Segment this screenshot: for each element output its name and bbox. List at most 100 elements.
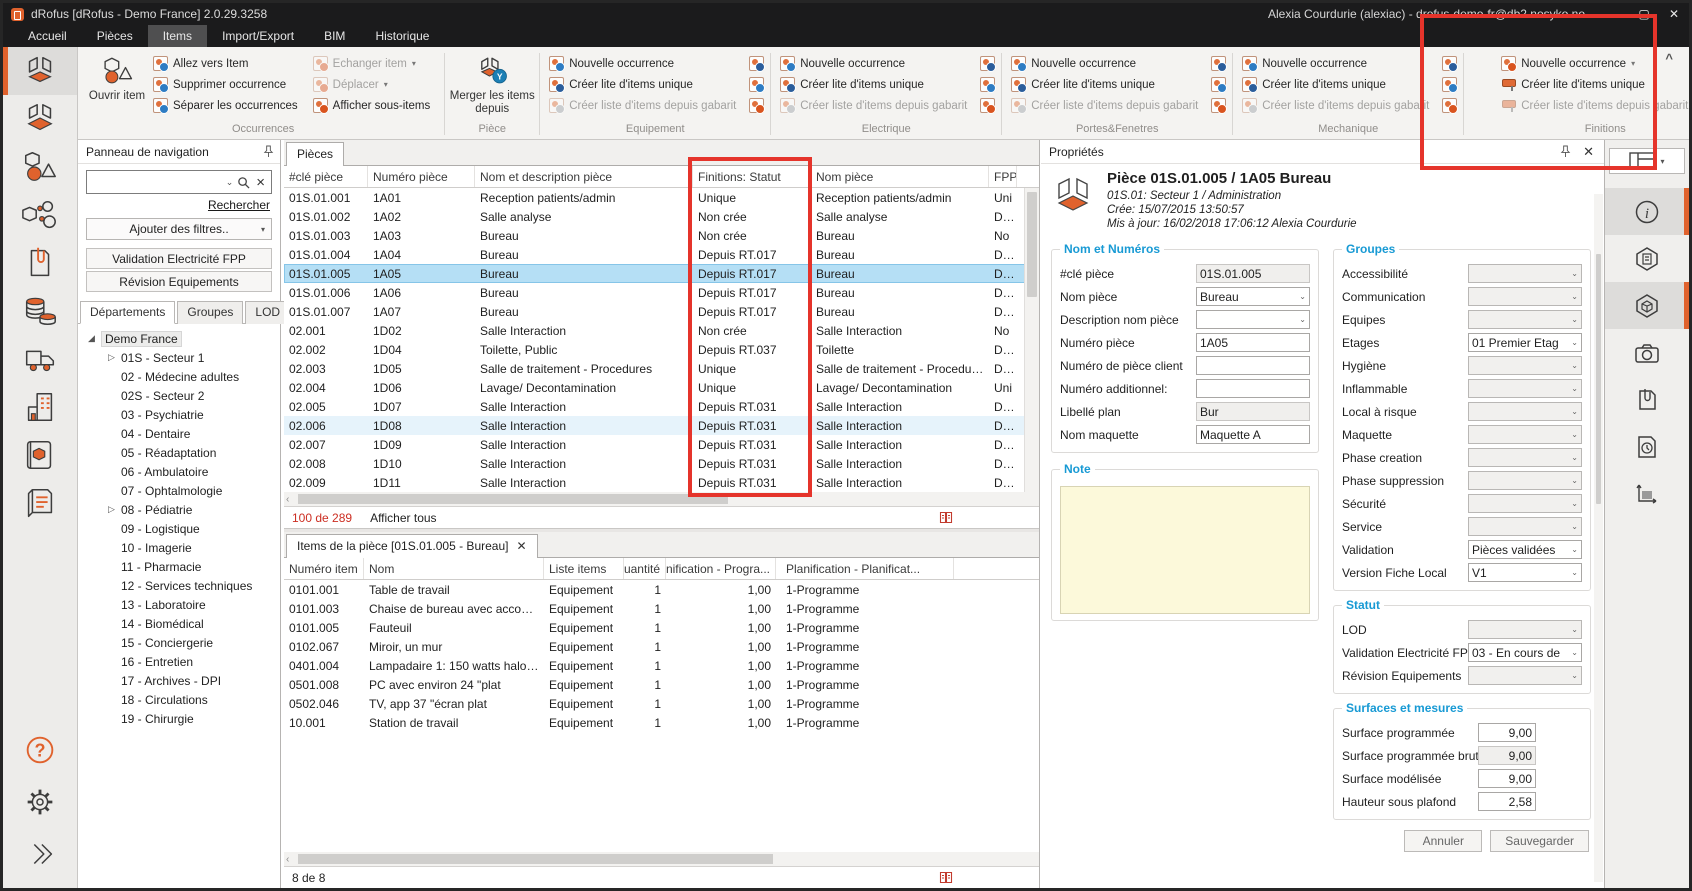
delete-occurrence-icon-button[interactable]	[749, 98, 764, 113]
field-input[interactable]: Bur⌄	[1196, 402, 1310, 421]
tree-item[interactable]: 13 - Laboratoire	[78, 595, 280, 614]
ribbon-command[interactable]: Allez vers Item	[148, 53, 308, 74]
field-combobox[interactable]: ⌄	[1468, 264, 1582, 283]
create-list-from-template-command[interactable]: Créer liste d'items depuis gabarit	[1496, 95, 1689, 116]
items-table-header[interactable]: Numéro item Nom Liste items Quantité Pla…	[284, 558, 1039, 580]
title-bar[interactable]: dRofus [dRofus - Demo France] 2.0.29.325…	[3, 3, 1689, 25]
field-combobox[interactable]: ⌄	[1468, 425, 1582, 444]
saved-filter-button[interactable]: Révision Equipements	[86, 271, 272, 292]
sidebar-item-attachments[interactable]	[3, 239, 77, 287]
ribbon-command[interactable]: Déplacer▾	[308, 74, 441, 95]
item-row[interactable]: 0501.008 PC avec environ 24 "plat Equipe…	[284, 675, 1039, 694]
menu-item[interactable]: Items	[148, 25, 207, 47]
layout-view-button[interactable]: ▾	[1609, 148, 1685, 174]
search-link[interactable]: Rechercher	[88, 198, 270, 212]
field-input[interactable]: 9,00	[1478, 769, 1536, 788]
item-row[interactable]: 0101.001 Table de travail Equipement 1 1…	[284, 580, 1039, 599]
cancel-button[interactable]: Annuler	[1404, 830, 1482, 852]
tree-expander-icon[interactable]: ▷	[106, 352, 117, 363]
add-filters-dropdown[interactable]: Ajouter des filtres..▾	[86, 218, 272, 240]
tab-pieces[interactable]: Pièces	[286, 142, 344, 166]
pin-icon[interactable]	[1560, 145, 1571, 158]
delete-occurrence-icon-button[interactable]	[980, 98, 995, 113]
new-occurrence-command[interactable]: Nouvelle occurrence	[1006, 53, 1209, 74]
tree-item[interactable]: ◢ Demo France	[78, 329, 280, 348]
field-combobox[interactable]: ⌄	[1468, 666, 1582, 685]
new-occurrence-command[interactable]: Nouvelle occurrence	[544, 53, 747, 74]
field-input[interactable]: 01S.01.005⌄	[1196, 264, 1310, 283]
note-textarea[interactable]	[1060, 486, 1310, 614]
search-icon[interactable]	[237, 176, 250, 189]
edit-occurrence-icon-button[interactable]	[1211, 56, 1226, 71]
rooms-table-header[interactable]: #clé pièce Numéro pièce Nom et descripti…	[284, 166, 1039, 188]
tab-attachments[interactable]	[1605, 376, 1689, 423]
room-row[interactable]: 02.003 1D05 Salle de traitement - Proced…	[284, 359, 1039, 378]
sidebar-item-items[interactable]	[3, 143, 77, 191]
close-button[interactable]: ✕	[1659, 3, 1689, 25]
menu-item[interactable]: Pièces	[82, 25, 148, 47]
field-combobox[interactable]: 01 Premier Etag⌄	[1468, 333, 1582, 352]
save-button[interactable]: Sauvegarder	[1490, 830, 1589, 852]
menu-item[interactable]: Import/Export	[207, 25, 309, 47]
settings-button[interactable]	[3, 776, 77, 828]
field-combobox[interactable]: 03 - En cours de⌄	[1468, 643, 1582, 662]
sidebar-item-bim-models[interactable]	[3, 431, 77, 479]
field-input[interactable]: 9,00	[1478, 746, 1536, 765]
delete-occurrence-icon-button[interactable]	[1442, 98, 1457, 113]
tree-expander-icon[interactable]: ▷	[106, 504, 117, 515]
open-item-button[interactable]: Ouvrir item	[86, 52, 148, 103]
tree-item[interactable]: 15 - Conciergerie	[78, 633, 280, 652]
close-tab-icon[interactable]: ✕	[516, 539, 526, 553]
field-input[interactable]: Maquette A⌄	[1196, 425, 1310, 444]
field-combobox[interactable]: ⌄	[1468, 448, 1582, 467]
item-row[interactable]: 0502.046 TV, app 37 "écran plat Equipeme…	[284, 694, 1039, 713]
create-list-from-template-command[interactable]: Créer liste d'items depuis gabarit	[775, 95, 978, 116]
field-combobox[interactable]: ⌄	[1468, 402, 1582, 421]
room-row[interactable]: 02.007 1D09 Salle Interaction Depuis RT.…	[284, 435, 1039, 454]
create-list-from-template-command[interactable]: Créer liste d'items depuis gabarit	[1237, 95, 1440, 116]
tab-room-info[interactable]: i	[1605, 188, 1689, 235]
room-row[interactable]: 02.005 1D07 Salle Interaction Depuis RT.…	[284, 397, 1039, 416]
help-button[interactable]: ?	[3, 724, 77, 776]
room-row[interactable]: 01S.01.007 1A07 Bureau Depuis RT.017 Bur…	[284, 302, 1039, 321]
field-combobox[interactable]: ⌄	[1468, 517, 1582, 536]
room-row[interactable]: 02.008 1D10 Salle Interaction Depuis RT.…	[284, 454, 1039, 473]
ribbon-command[interactable]: Supprimer occurrence	[148, 74, 308, 95]
remove-occurrence-icon-button[interactable]	[1211, 77, 1226, 92]
field-input[interactable]: ⌄	[1196, 310, 1310, 329]
tree-item[interactable]: 14 - Biomédical	[78, 614, 280, 633]
new-occurrence-command[interactable]: Nouvelle occurrence	[1237, 53, 1440, 74]
rooms-vertical-scrollbar[interactable]	[1024, 188, 1039, 492]
room-row[interactable]: 02.009 1D11 Salle Interaction Depuis RT.…	[284, 473, 1039, 492]
field-input[interactable]: ⌄	[1196, 356, 1310, 375]
clear-search-icon[interactable]: ×	[254, 174, 267, 191]
rooms-horizontal-scrollbar[interactable]: ‹	[284, 492, 1039, 506]
field-combobox[interactable]: ⌄	[1468, 356, 1582, 375]
field-combobox[interactable]: V1⌄	[1468, 563, 1582, 582]
tree-item[interactable]: 10 - Imagerie	[78, 538, 280, 557]
ribbon-command[interactable]: Echanger item▾	[308, 53, 441, 74]
item-row[interactable]: 0401.004 Lampadaire 1: 150 watts halogèn…	[284, 656, 1039, 675]
open-book-red-icon[interactable]	[939, 870, 953, 885]
field-combobox[interactable]: ⌄	[1468, 287, 1582, 306]
show-all-link[interactable]: Afficher tous	[370, 511, 436, 525]
tree-item[interactable]: 11 - Pharmacie	[78, 557, 280, 576]
delete-occurrence-icon-button[interactable]	[1211, 98, 1226, 113]
menu-item[interactable]: BIM	[309, 25, 360, 47]
remove-occurrence-icon-button[interactable]	[1442, 77, 1457, 92]
field-combobox[interactable]: ⌄	[1468, 494, 1582, 513]
tree-item[interactable]: 05 - Réadaptation	[78, 443, 280, 462]
edit-occurrence-icon-button[interactable]	[749, 56, 764, 71]
sidebar-item-rooms[interactable]	[3, 47, 77, 95]
maximize-button[interactable]: ▢	[1629, 3, 1659, 25]
create-unique-item-list-command[interactable]: Créer lite d'items unique	[544, 74, 747, 95]
tree-item[interactable]: 03 - Psychiatrie	[78, 405, 280, 424]
nav-tab[interactable]: Départements	[80, 301, 175, 324]
pin-icon[interactable]	[263, 145, 274, 158]
room-row[interactable]: 02.002 1D04 Toilette, Public Depuis RT.0…	[284, 340, 1039, 359]
tree-item[interactable]: 17 - Archives - DPI	[78, 671, 280, 690]
sidebar-item-reports[interactable]	[3, 479, 77, 527]
tree-item[interactable]: 12 - Services techniques	[78, 576, 280, 595]
item-row[interactable]: 0102.067 Miroir, un mur Equipement 1 1,0…	[284, 637, 1039, 656]
tab-items-of-room[interactable]: Items de la pièce [01S.01.005 - Bureau] …	[286, 534, 538, 558]
